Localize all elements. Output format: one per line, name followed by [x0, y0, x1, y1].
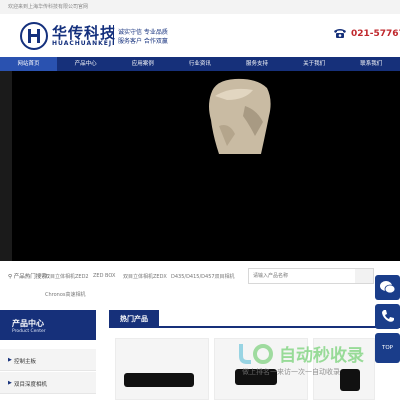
nav-item-contact[interactable]: 联系我们 [343, 57, 400, 71]
sidebar-item-depth-camera[interactable]: ▶ 双目深度相机 [0, 372, 96, 394]
wechat-icon [380, 281, 396, 294]
phone-icon [334, 29, 346, 38]
banner-left-strip [0, 71, 12, 261]
phone-icon [382, 310, 394, 322]
nav-item-home[interactable]: 网站首页 [0, 57, 58, 71]
phone-number: 021-57767220 [351, 29, 400, 39]
hot-link-zed2[interactable]: 双目立体相机ZED2 [45, 273, 89, 280]
search-input[interactable] [253, 269, 353, 283]
hot-link-zedbox[interactable]: ZED BOX [93, 273, 115, 279]
sidebar-title-cn: 产品中心 [12, 319, 44, 328]
float-phone-button[interactable] [375, 304, 400, 329]
watermark-subtext: 做上排名一来访一次一自动收录 [242, 368, 340, 376]
product-image [124, 373, 194, 387]
top-bar: 欢迎来到上海华传科技有限公司官网 [0, 0, 400, 14]
sidebar-item-label: 双目深度相机 [14, 382, 48, 388]
sidebar-item-label: 控制主板 [14, 359, 37, 365]
product-image [340, 369, 360, 391]
hot-products-title: 热门产品 [109, 310, 159, 328]
back-to-top-button[interactable]: TOP [375, 333, 400, 363]
nav-item-news[interactable]: 行业资讯 [171, 57, 228, 71]
hot-link-chronos[interactable]: Chronos高速相机 [45, 291, 86, 298]
chevron-right-icon: ▶ [8, 357, 12, 363]
hot-products-header: 热门产品 [109, 310, 400, 328]
hot-link-d435[interactable]: D435/D415/D457双目相机 [171, 273, 235, 280]
page: 欢迎来到上海华传科技有限公司官网 华传科技 HUACHUANKEJI 诚实守信 … [0, 0, 400, 400]
main-nav: 网站首页 产品中心 应用案例 行业资讯 服务支持 关于我们 联系我们 [0, 57, 400, 71]
sidebar-title-en: Product Center [12, 329, 46, 334]
sidebar-item-board[interactable]: ▶ 控制主板 [0, 349, 96, 371]
watermark-text: 自动秒收录 [279, 346, 364, 366]
sidebar-title: 产品中心 Product Center [0, 310, 96, 340]
logo-icon[interactable] [20, 22, 48, 50]
product-card[interactable] [115, 338, 209, 400]
welcome-text: 欢迎来到上海华传科技有限公司官网 [8, 4, 89, 10]
nav-item-support[interactable]: 服务支持 [229, 57, 286, 71]
search-button[interactable] [355, 269, 373, 283]
banner-rock-image [209, 78, 271, 154]
slogan-line-1: 诚实守信 专业品质 [118, 29, 168, 36]
logo-name-en: HUACHUANKEJI [52, 40, 116, 47]
chevron-right-icon: ▶ [8, 380, 12, 386]
hero-banner[interactable] [0, 71, 400, 261]
nav-item-products[interactable]: 产品中心 [57, 57, 114, 71]
nav-item-about[interactable]: 关于我们 [286, 57, 343, 71]
watermark-logo-icon [239, 344, 273, 364]
search-box [248, 268, 374, 284]
slogan-line-2: 服务客户 合作双赢 [118, 38, 168, 45]
float-wechat-button[interactable] [375, 275, 400, 300]
nav-item-cases[interactable]: 应用案例 [114, 57, 171, 71]
header-divider [113, 25, 114, 45]
search-icon: ⚲ [8, 274, 13, 280]
hot-link-zedx[interactable]: 双目立体相机ZEDX [123, 273, 167, 280]
